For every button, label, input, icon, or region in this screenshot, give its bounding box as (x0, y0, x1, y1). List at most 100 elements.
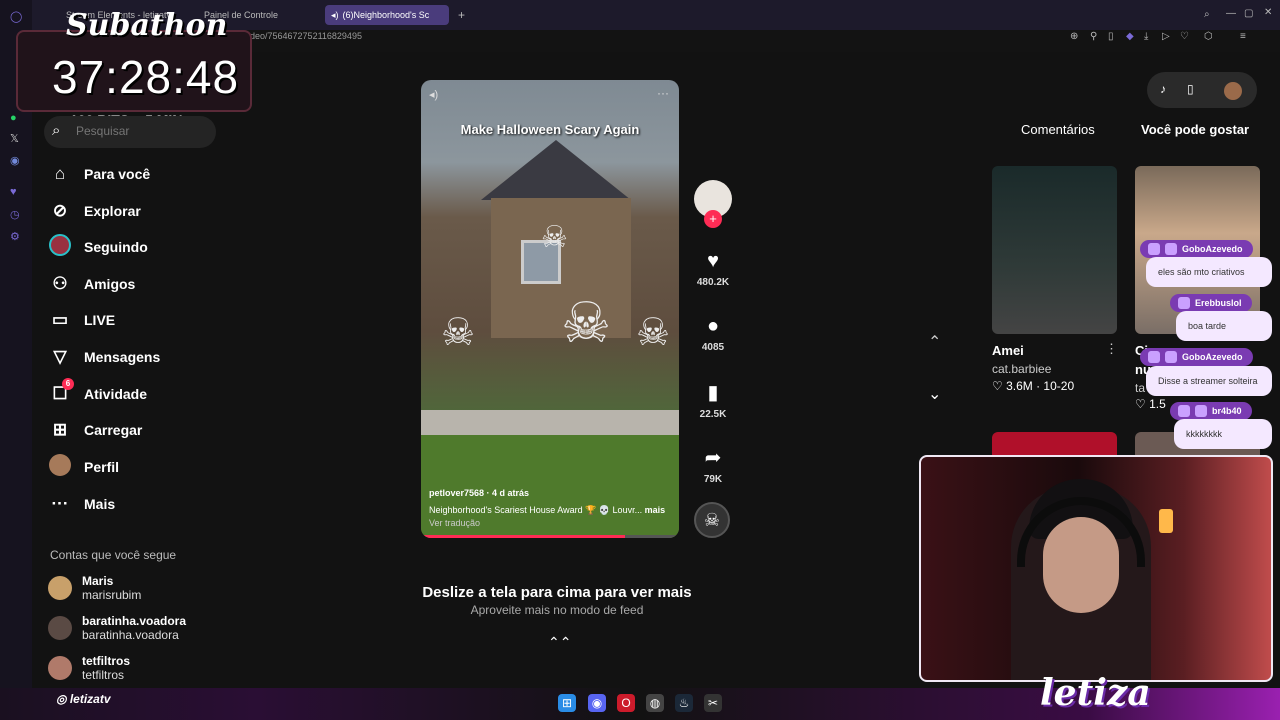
nav-mais[interactable]: ··· Mais (48, 491, 116, 517)
previous-video-icon[interactable]: ⌃ (928, 332, 941, 352)
nav-seguindo[interactable]: Seguindo (48, 233, 148, 260)
nav-amigos[interactable]: ⚇ Amigos (48, 271, 135, 297)
capcut-icon[interactable]: ✂ (704, 694, 722, 712)
chat-username: br4b40 (1170, 402, 1252, 420)
subathon-title: Subathon (66, 8, 228, 43)
nav-label: Carregar (84, 422, 143, 438)
search-icon[interactable]: ⌕ (1204, 9, 1210, 20)
tab-you-may-like[interactable]: Você pode gostar (1141, 122, 1249, 137)
video-progress-bar[interactable] (421, 535, 679, 538)
stream-brand-logo: letiza (1040, 672, 1151, 714)
obs-icon[interactable]: ◍ (646, 694, 664, 712)
more-icon: ··· (51, 494, 69, 513)
card-username[interactable]: ta (1135, 381, 1145, 395)
share-button[interactable]: ➦ 79K (692, 445, 734, 485)
nav-carregar[interactable]: ⊞ Carregar (48, 417, 143, 443)
card-username[interactable]: cat.barbiee (992, 362, 1051, 376)
minimize-icon[interactable]: — (1226, 8, 1236, 19)
maximize-icon[interactable]: ▢ (1244, 8, 1253, 19)
following-item[interactable]: tetfiltros tetfiltros (48, 654, 130, 682)
video-description: Neighborhood's Scariest House Award 🏆 💀 … (429, 505, 669, 516)
nav-perfil[interactable]: Perfil (48, 453, 119, 480)
heart-badge-icon (1178, 405, 1190, 417)
heart-icon: ♥ (707, 250, 719, 272)
search-icon[interactable]: ⌕ (52, 122, 60, 139)
discord-icon[interactable]: ◉ (588, 694, 606, 712)
heart-icon[interactable]: ♥ (10, 186, 17, 198)
tiktok-icon[interactable]: ♪ (1160, 82, 1166, 96)
discord-icon[interactable]: ◉ (10, 154, 20, 167)
nav-para-voce[interactable]: ⌂ Para você (48, 161, 150, 187)
url-text[interactable]: deo/7564672752116829495 (250, 31, 362, 41)
recommended-thumbnail[interactable] (992, 166, 1117, 334)
whatsapp-icon[interactable]: ● (10, 112, 17, 124)
play-icon[interactable]: ▷ (1162, 31, 1170, 42)
zoom-icon[interactable]: ⊕ (1070, 31, 1078, 42)
following-item[interactable]: Maris marisrubim (48, 574, 141, 602)
bookmark-icon[interactable]: ▯ (1108, 31, 1114, 42)
cat-badge-icon (1195, 405, 1207, 417)
following-name: baratinha.voadora (82, 614, 187, 628)
heart-icon[interactable]: ♡ (1180, 31, 1189, 42)
share-icon: ➦ (704, 447, 722, 469)
windows-start-icon[interactable]: ⊞ (558, 694, 576, 712)
download-icon[interactable]: ⤓ (1144, 31, 1148, 42)
steam-icon[interactable]: ♨ (675, 694, 693, 712)
settings-icon[interactable]: ⚙ (10, 230, 20, 243)
user-avatar[interactable] (1224, 82, 1242, 103)
device-icon[interactable]: ▯ (1187, 82, 1194, 96)
more-link[interactable]: mais (645, 505, 666, 515)
video-author[interactable]: petlover7568 · 4 d atrás (429, 488, 529, 498)
chat-user-label: GoboAzevedo (1182, 352, 1243, 362)
chat-user-label: GoboAzevedo (1182, 244, 1243, 254)
menu-icon[interactable]: ≡ (1240, 31, 1246, 42)
tab-comments[interactable]: Comentários (1021, 122, 1095, 137)
comment-button[interactable]: ● 4085 (692, 315, 734, 353)
social-handle: ◎ letizatv (56, 692, 111, 706)
nav-label: LIVE (84, 312, 116, 328)
card-title: Amei (992, 343, 1024, 358)
avatar (48, 656, 72, 680)
card-stats: ♡ 3.6M · 10-20 (992, 379, 1075, 393)
video-player[interactable]: ☠ ☠ ☠ ☠ ◂) ··· Make Halloween Scary Agai… (421, 80, 679, 538)
inbox-icon: ☐ 6 (48, 378, 74, 404)
friends-icon: ⚇ (52, 274, 68, 293)
chevrons-up-icon[interactable]: ⌃⌃ (548, 634, 571, 651)
more-vertical-icon[interactable]: ⋮ (1105, 341, 1118, 357)
following-handle: baratinha.voadora (82, 628, 179, 642)
opera-icon[interactable]: O (617, 694, 635, 712)
nav-live[interactable]: ▭ LIVE (48, 307, 115, 333)
chat-username: GoboAzevedo (1140, 348, 1253, 366)
new-tab-button[interactable]: + (452, 5, 466, 25)
chat-message: eles são mto criativos (1146, 257, 1272, 287)
more-options-icon[interactable]: ··· (657, 86, 669, 100)
card-stats: ♡ 1.5 (1135, 397, 1166, 411)
x-icon[interactable]: 𝕏 (10, 132, 19, 145)
translate-link[interactable]: Ver tradução (429, 518, 480, 528)
nav-atividade[interactable]: ☐ 6 Atividade (48, 378, 147, 407)
music-disc-icon[interactable]: ☠ (694, 502, 730, 538)
save-button[interactable]: ▮ 22.5K (692, 380, 734, 420)
search-input[interactable] (76, 124, 206, 138)
like-button[interactable]: ♥ 480.2K (692, 250, 734, 288)
next-video-icon[interactable]: ⌄ (928, 384, 941, 404)
nav-explorar[interactable]: ⊘ Explorar (48, 198, 141, 224)
video-caption-overlay: Make Halloween Scary Again (460, 122, 640, 137)
close-icon[interactable]: ✕ (1264, 7, 1272, 18)
skeleton-decoration: ☠ (541, 221, 568, 254)
volume-icon[interactable]: ◂) (429, 88, 438, 101)
follow-button[interactable]: + (704, 210, 722, 228)
nav-mensagens[interactable]: ▽ Mensagens (48, 344, 160, 370)
feed-hint-title: Deslize a tela para cima para ver mais (422, 584, 692, 601)
description-text: Neighborhood's Scariest House Award 🏆 💀 … (429, 505, 643, 515)
following-section-title: Contas que você segue (50, 548, 177, 562)
live-tv-icon: ▭ (51, 310, 69, 329)
pin-icon[interactable]: ⚲ (1090, 31, 1097, 42)
opera-icon[interactable]: ◯ (10, 10, 22, 23)
clock-icon[interactable]: ◷ (10, 208, 20, 221)
following-item[interactable]: baratinha.voadora baratinha.voadora (48, 614, 186, 642)
extensions-icon[interactable]: ⬡ (1204, 31, 1213, 42)
chat-message: boa tarde (1176, 311, 1272, 341)
shield-icon[interactable]: ◆ (1126, 31, 1134, 42)
tab-tiktok[interactable]: ◂) (6)Neighborhood's Sc (325, 5, 449, 25)
